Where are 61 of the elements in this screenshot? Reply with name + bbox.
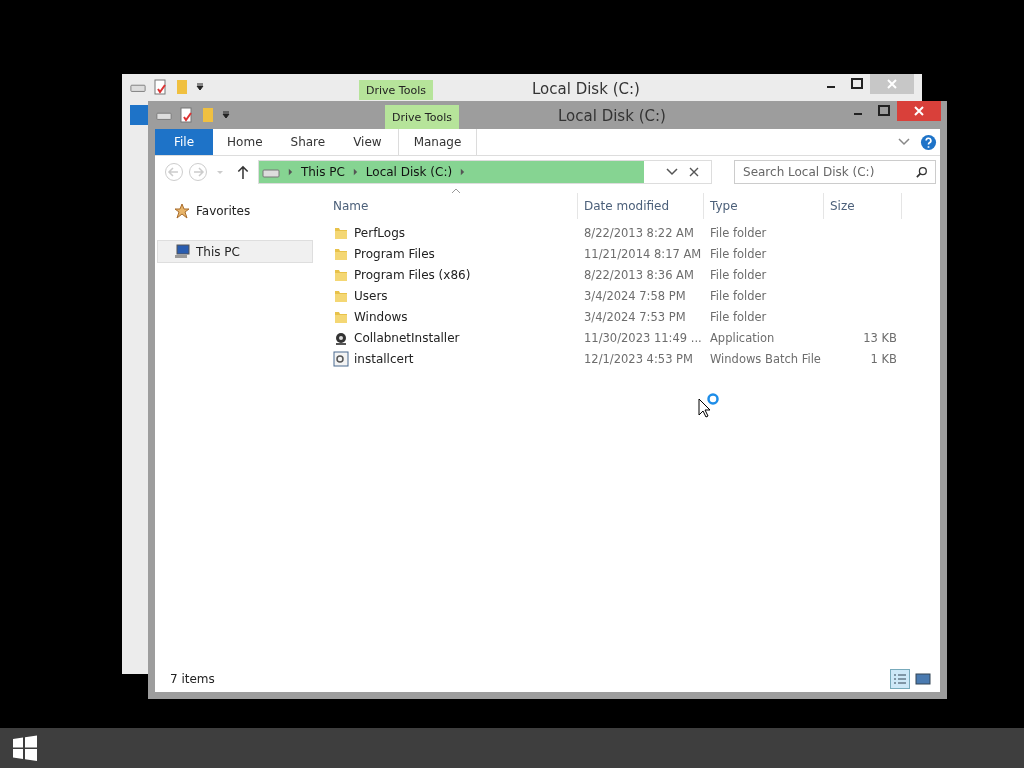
dropdown-icon[interactable] — [665, 168, 678, 176]
table-cell-text: 11/21/2014 8:17 AM — [583, 246, 703, 261]
table-cell-text: 13 KB — [862, 330, 898, 345]
help-icon[interactable] — [920, 133, 937, 151]
start-icon[interactable] — [12, 735, 38, 761]
drive-tools-label: Drive Tools — [385, 105, 459, 129]
window-title: Local Disk (C:) — [558, 107, 666, 125]
computer-icon — [174, 243, 190, 260]
table-cell-text: 8/22/2013 8:36 AM — [583, 267, 695, 282]
details-view-icon[interactable] — [890, 668, 910, 689]
column-header[interactable]: Size — [824, 193, 902, 219]
table-cell-text: 1 KB — [869, 351, 898, 366]
file-name[interactable]: installcert — [354, 351, 414, 366]
table-cell-text: File folder — [709, 267, 768, 282]
close-icon[interactable] — [897, 101, 941, 121]
table-cell-text: File folder — [709, 288, 768, 303]
table-cell-text: 11/30/2023 11:49 ... — [583, 330, 703, 345]
chevron-icon[interactable] — [898, 138, 910, 146]
star-icon — [174, 202, 190, 219]
properties-icon[interactable] — [178, 107, 194, 123]
file-tab-edge — [130, 105, 148, 125]
table-cell-text: 12/1/2023 4:53 PM — [583, 351, 694, 366]
nav-item[interactable]: This PC — [157, 240, 313, 263]
table-cell-text: File folder — [709, 225, 768, 240]
breadcrumb-arrow-icon[interactable] — [460, 168, 466, 176]
table-cell-text: 3/4/2024 7:58 PM — [583, 288, 687, 303]
drive-icon — [261, 166, 280, 178]
file-name[interactable]: CollabnetInstaller — [354, 330, 460, 345]
breadcrumb-arrow-icon[interactable] — [352, 168, 358, 176]
gear-document-icon — [333, 350, 349, 367]
window-title: Local Disk (C:) — [532, 80, 640, 98]
address-bar[interactable]: This PC Local Disk (C:) — [257, 160, 712, 184]
table-cell-text: 8/22/2013 8:22 AM — [583, 225, 695, 240]
nav-item[interactable]: Favorites — [155, 200, 320, 221]
file-name[interactable]: Program Files (x86) — [354, 267, 471, 282]
search-icon[interactable] — [916, 166, 928, 178]
drive-tools-label: Drive Tools — [359, 80, 433, 100]
clear-icon[interactable] — [688, 167, 699, 177]
breadcrumb[interactable]: This PC — [300, 165, 345, 179]
table-cell-text: 3/4/2024 7:53 PM — [583, 309, 687, 324]
table-cell-text: Windows Batch File — [709, 351, 822, 366]
table-cell-text: File folder — [709, 246, 768, 261]
breadcrumb[interactable]: Local Disk (C:) — [365, 165, 453, 179]
properties-icon[interactable] — [152, 79, 168, 95]
table-cell-text: Application — [709, 330, 776, 345]
busy-cursor-icon — [697, 393, 721, 419]
search-field[interactable]: Search Local Disk (C:) — [734, 160, 936, 184]
column-header[interactable]: Name — [320, 193, 578, 219]
file-tab[interactable]: File — [155, 129, 214, 155]
file-name[interactable]: Users — [354, 288, 388, 303]
item-count: 7 items — [170, 671, 215, 686]
file-name[interactable]: Windows — [354, 309, 408, 324]
breadcrumb-arrow-icon[interactable] — [287, 168, 293, 176]
column-header[interactable]: Type — [704, 193, 824, 219]
table-cell-text: File folder — [709, 309, 768, 324]
file-name[interactable]: Program Files — [354, 246, 435, 261]
file-name[interactable]: PerfLogs — [354, 225, 406, 240]
up-icon[interactable] — [235, 164, 250, 180]
dropdown-icon[interactable] — [196, 83, 204, 91]
column-header[interactable]: Date modified — [578, 193, 704, 219]
dropdown-icon[interactable] — [222, 111, 230, 119]
